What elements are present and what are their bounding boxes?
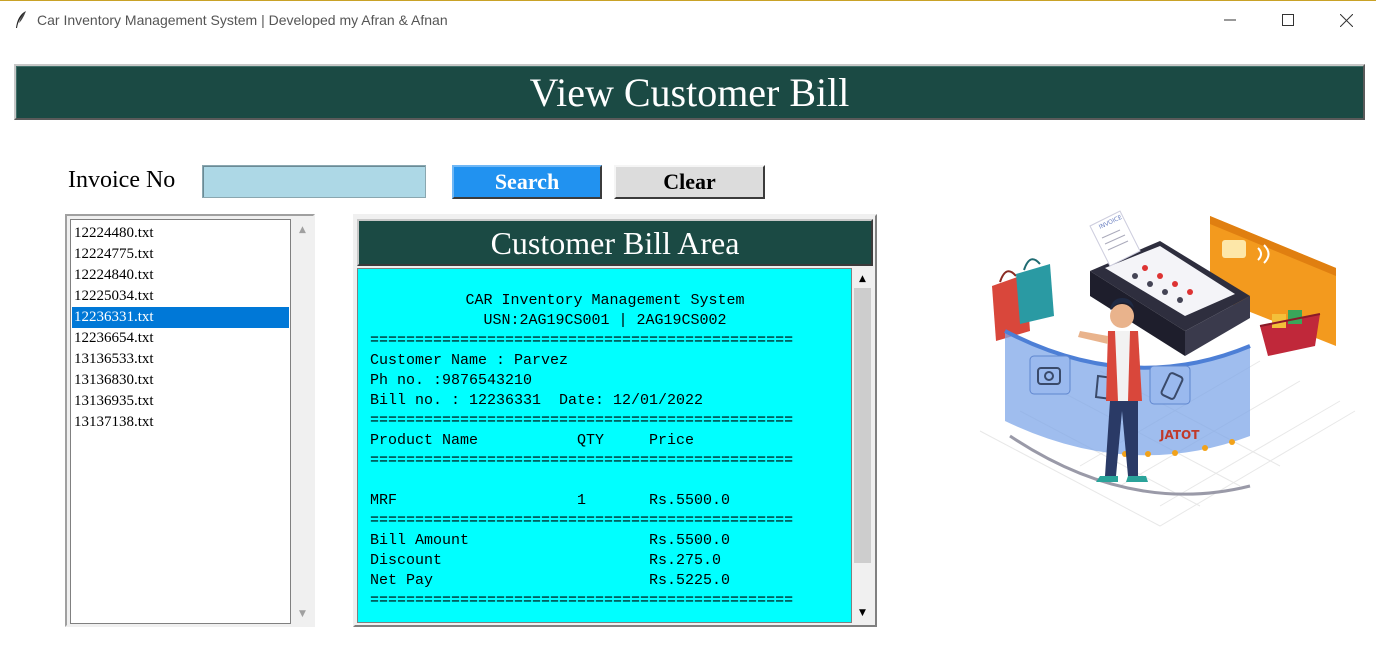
invoice-label: Invoice No xyxy=(68,167,176,193)
pos-illustration: INVOICE JATOT xyxy=(979,210,1356,527)
bill-customer-line: Customer Name : Parvez xyxy=(370,352,569,369)
bill-scroll-thumb[interactable] xyxy=(854,288,871,563)
feather-icon xyxy=(16,11,26,28)
bill-system-name: CAR Inventory Management System xyxy=(465,292,745,309)
list-item[interactable]: 12224840.txt xyxy=(72,265,289,286)
list-item[interactable]: 13136935.txt xyxy=(72,391,289,412)
bill-separator: ========================================… xyxy=(370,452,794,469)
bill-area-header: Customer Bill Area xyxy=(357,219,873,266)
list-item[interactable]: 12224775.txt xyxy=(72,244,289,265)
scroll-down-icon[interactable]: ▼ xyxy=(294,605,311,622)
bill-columns-line: Product Name QTY Price xyxy=(370,432,695,449)
bill-file-list[interactable]: 12224480.txt 12224775.txt 12224840.txt 1… xyxy=(70,219,291,624)
bill-separator: ========================================… xyxy=(370,332,794,349)
maximize-icon xyxy=(1282,14,1294,26)
bill-scrollbar[interactable]: ▲ ▼ xyxy=(852,268,873,623)
page-title: View Customer Bill xyxy=(529,70,850,115)
list-item[interactable]: 13137138.txt xyxy=(72,412,289,433)
close-button[interactable] xyxy=(1317,1,1375,39)
bill-separator: ========================================… xyxy=(370,412,794,429)
minimize-button[interactable] xyxy=(1201,1,1259,39)
list-scrollbar[interactable]: ▲ ▼ xyxy=(294,219,311,624)
bill-area-title: Customer Bill Area xyxy=(490,225,740,261)
clear-button[interactable]: Clear xyxy=(614,165,765,199)
bill-separator: ========================================… xyxy=(370,592,794,609)
bill-net-pay-line: Net Pay Rs.5225.0 xyxy=(370,572,731,589)
invoice-input[interactable] xyxy=(202,165,426,198)
maximize-button[interactable] xyxy=(1259,1,1317,39)
window-titlebar: Car Inventory Management System | Develo… xyxy=(0,0,1376,38)
bill-number-line: Bill no. : 12236331 Date: 12/01/2022 xyxy=(370,392,704,409)
window-title: Car Inventory Management System | Develo… xyxy=(37,12,448,28)
close-icon xyxy=(1339,13,1353,27)
bill-phone-line: Ph no. :9876543210 xyxy=(370,372,533,389)
search-button[interactable]: Search xyxy=(452,165,602,199)
scroll-down-icon[interactable]: ▼ xyxy=(852,604,873,621)
header-banner: View Customer Bill xyxy=(14,64,1365,120)
bill-discount-line: Discount Rs.275.0 xyxy=(370,552,722,569)
list-item-selected[interactable]: 12236331.txt xyxy=(72,307,289,328)
customer-bill-panel: Customer Bill Area CAR Inventory Managem… xyxy=(353,214,877,627)
bill-item-line: MRF 1 Rs.5500.0 xyxy=(370,492,731,509)
scroll-up-icon[interactable]: ▲ xyxy=(852,270,873,287)
list-item[interactable]: 13136830.txt xyxy=(72,370,289,391)
list-item[interactable]: 13136533.txt xyxy=(72,349,289,370)
list-item[interactable]: 12224480.txt xyxy=(72,223,289,244)
screen-label: JATOT xyxy=(1159,428,1200,442)
minimize-icon xyxy=(1224,19,1236,21)
bill-usn-line: USN:2AG19CS001 | 2AG19CS002 xyxy=(483,312,727,329)
bill-file-list-panel: 12224480.txt 12224775.txt 12224840.txt 1… xyxy=(65,214,315,627)
bill-amount-line: Bill Amount Rs.5500.0 xyxy=(370,532,731,549)
bill-text-area[interactable]: CAR Inventory Management System USN:2AG19… xyxy=(357,268,852,623)
list-item[interactable]: 12225034.txt xyxy=(72,286,289,307)
list-item[interactable]: 12236654.txt xyxy=(72,328,289,349)
bill-separator: ========================================… xyxy=(370,512,794,529)
scroll-up-icon[interactable]: ▲ xyxy=(294,221,311,238)
shopping-bag-icon xyxy=(992,258,1054,341)
